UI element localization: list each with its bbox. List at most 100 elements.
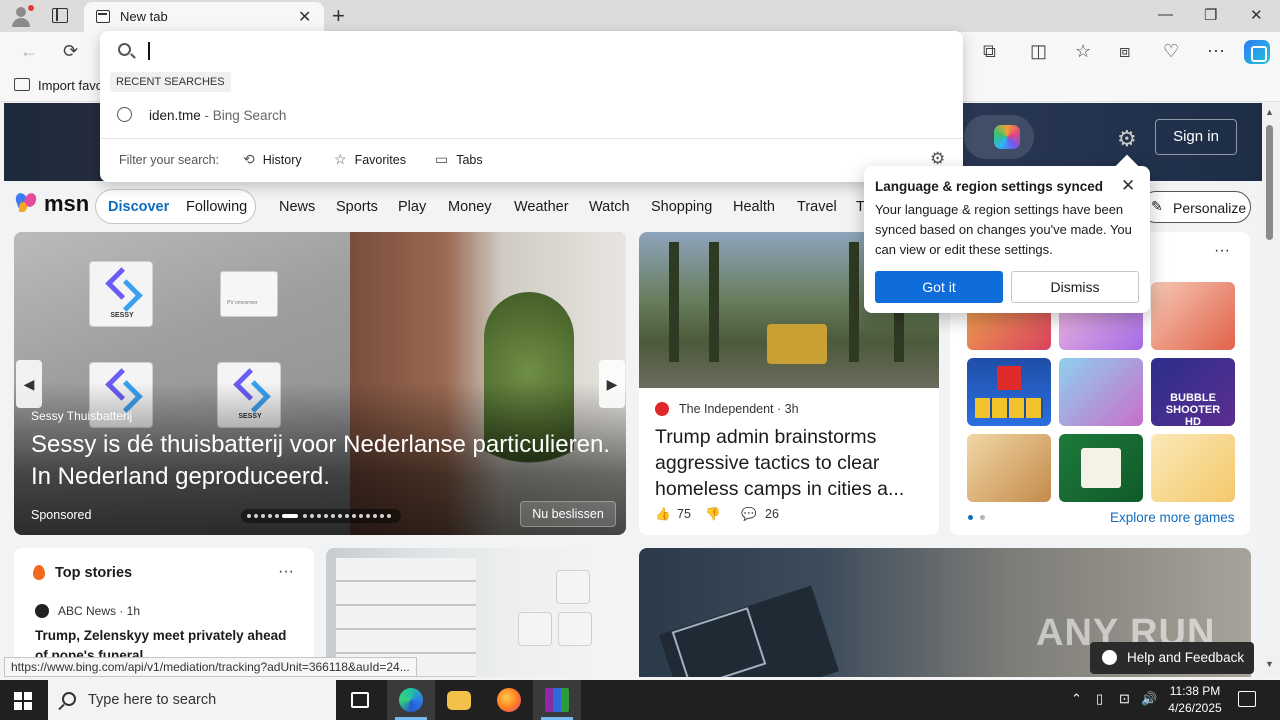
notifications-icon[interactable] [1238, 691, 1256, 707]
comment-icon[interactable]: 💬 [741, 507, 757, 522]
clock-date: 4/26/2025 [1168, 701, 1222, 715]
page-settings-icon[interactable]: ⚙ [1117, 126, 1137, 152]
divider [100, 138, 963, 139]
firefox-icon[interactable] [485, 680, 533, 720]
hero-carousel[interactable]: SESSY PV omvormer SESSY ◀ ▶ Sessy Thuisb… [14, 232, 626, 535]
help-feedback-button[interactable]: Help and Feedback [1090, 642, 1254, 674]
filter-favorites-button[interactable]: ☆ Favorites [334, 151, 406, 168]
volume-icon[interactable]: 🔊 [1141, 691, 1157, 707]
winrar-icon[interactable] [533, 680, 581, 720]
personalize-label: Personalize [1173, 200, 1247, 216]
game-tile-blocks[interactable] [967, 358, 1051, 426]
copilot-banner-button[interactable] [964, 115, 1034, 159]
got-it-button[interactable]: Got it [875, 271, 1003, 303]
nav-health[interactable]: Health [733, 199, 775, 215]
tab-actions-icon[interactable] [52, 8, 68, 23]
search-icon [118, 43, 131, 56]
help-feedback-label: Help and Feedback [1127, 650, 1245, 665]
minimize-button[interactable]: — [1158, 6, 1173, 23]
close-window-button[interactable]: ✕ [1250, 6, 1263, 24]
news-headline[interactable]: Trump admin brainstorms aggressive tacti… [655, 424, 925, 502]
game-tile-cat[interactable] [1151, 434, 1235, 502]
pencil-icon: ✎ [1151, 198, 1163, 214]
address-bar-dropdown: RECENT SEARCHES iden.tme - Bing Search F… [100, 31, 963, 182]
import-favorites-icon [14, 78, 30, 91]
game-tile-bubble-shooter[interactable]: BUBBLE SHOOTER HD [1151, 358, 1235, 426]
taskbar-search-box[interactable]: Type here to search [48, 680, 336, 720]
carousel-prev-button[interactable]: ◀ [16, 360, 42, 408]
nav-play[interactable]: Play [398, 199, 426, 215]
nav-money[interactable]: Money [448, 199, 492, 215]
task-view-icon[interactable] [336, 680, 384, 720]
carousel-pager[interactable] [241, 509, 401, 523]
like-icon[interactable]: 👍 [655, 507, 671, 522]
nav-news[interactable]: News [279, 199, 315, 215]
recent-searches-label: RECENT SEARCHES [110, 72, 231, 92]
network-icon[interactable]: ⊡ [1119, 691, 1130, 707]
tab-title: New tab [120, 9, 168, 24]
tab-new-tab[interactable]: New tab ✕ [84, 2, 324, 32]
nav-shopping[interactable]: Shopping [651, 199, 712, 215]
filter-tabs-button[interactable]: ▭ Tabs [435, 151, 483, 168]
refresh-button[interactable]: ⟳ [63, 41, 78, 62]
favorites-icon[interactable]: ☆ [1075, 41, 1091, 62]
scroll-down-icon[interactable]: ▼ [1265, 659, 1274, 669]
carousel-next-button[interactable]: ▶ [599, 360, 625, 408]
recent-search-item[interactable]: iden.tme - Bing Search [100, 97, 963, 133]
collections-icon[interactable]: ⧈ [1119, 41, 1130, 62]
windows-start-icon[interactable] [14, 692, 32, 710]
tab-following[interactable]: Following [186, 199, 247, 215]
dismiss-button[interactable]: Dismiss [1011, 271, 1139, 303]
hero-source: Sessy Thuisbatterij [31, 409, 133, 423]
settings-more-icon[interactable]: ⋯ [1207, 41, 1225, 62]
import-favorites-link[interactable]: Import favo [38, 78, 103, 93]
tray-overflow-icon[interactable]: ⌃ [1071, 691, 1082, 707]
filter-search-label: Filter your search: [119, 153, 220, 167]
windows-taskbar: Type here to search ⌃ ▯ ⊡ 🔊 11:38 PM 4/2… [0, 680, 1280, 720]
game-tile[interactable] [1151, 282, 1235, 350]
split-screen-icon[interactable]: ◫ [1030, 41, 1047, 62]
game-tile-wood[interactable] [967, 434, 1051, 502]
tab-close-icon[interactable]: ✕ [298, 7, 311, 27]
sign-in-button[interactable]: Sign in [1155, 119, 1237, 155]
abc-news-logo-icon [35, 604, 49, 618]
clock-time: 11:38 PM [1169, 684, 1221, 698]
nav-sports[interactable]: Sports [336, 199, 378, 215]
back-button[interactable]: ← [20, 41, 38, 62]
edge-taskbar-icon[interactable] [387, 680, 435, 720]
hero-headline[interactable]: Sessy is dé thuisbatterij voor Nederlans… [31, 429, 611, 493]
more-options-icon[interactable]: ··· [1214, 242, 1230, 260]
scroll-up-icon[interactable]: ▲ [1265, 107, 1274, 117]
copilot-icon[interactable] [1244, 40, 1270, 64]
maximize-button[interactable]: ❐ [1204, 6, 1217, 24]
like-count: 75 [677, 507, 691, 521]
nav-travel[interactable]: Travel [797, 199, 837, 215]
explore-more-games-link[interactable]: Explore more games [1110, 510, 1235, 525]
language-sync-popup: Language & region settings synced ✕ Your… [864, 166, 1150, 313]
profile-icon[interactable] [10, 5, 34, 27]
close-icon[interactable]: ✕ [1121, 176, 1135, 196]
page-scrollbar[interactable]: ▲ ▼ [1262, 103, 1280, 677]
extensions-icon[interactable]: ⧉ [983, 41, 996, 62]
nav-watch[interactable]: Watch [589, 199, 630, 215]
tab-discover[interactable]: Discover [108, 199, 169, 215]
battery-tray-icon[interactable]: ▯ [1096, 691, 1103, 707]
hero-cta-button[interactable]: Nu beslissen [520, 501, 616, 527]
address-bar-input[interactable] [148, 42, 150, 60]
scroll-thumb[interactable] [1266, 125, 1273, 240]
tabs-icon: ▭ [435, 151, 449, 167]
taskbar-clock[interactable]: 11:38 PM 4/26/2025 [1160, 683, 1230, 717]
nav-weather[interactable]: Weather [514, 199, 569, 215]
game-tile-mahjong[interactable] [1059, 434, 1143, 502]
search-icon [62, 692, 76, 706]
top-stories-title: Top stories [55, 565, 133, 581]
file-explorer-icon[interactable] [435, 680, 483, 720]
help-icon [1102, 650, 1117, 665]
browser-essentials-icon[interactable]: ♡ [1163, 41, 1179, 62]
dislike-icon[interactable]: 👎 [705, 507, 721, 522]
filter-history-button[interactable]: ⟲ History [243, 151, 302, 168]
personalize-button[interactable]: ✎ Personalize [1140, 191, 1251, 223]
more-options-icon[interactable]: ··· [278, 563, 294, 581]
new-tab-button[interactable]: + [332, 3, 345, 29]
game-tile-makeup[interactable] [1059, 358, 1143, 426]
